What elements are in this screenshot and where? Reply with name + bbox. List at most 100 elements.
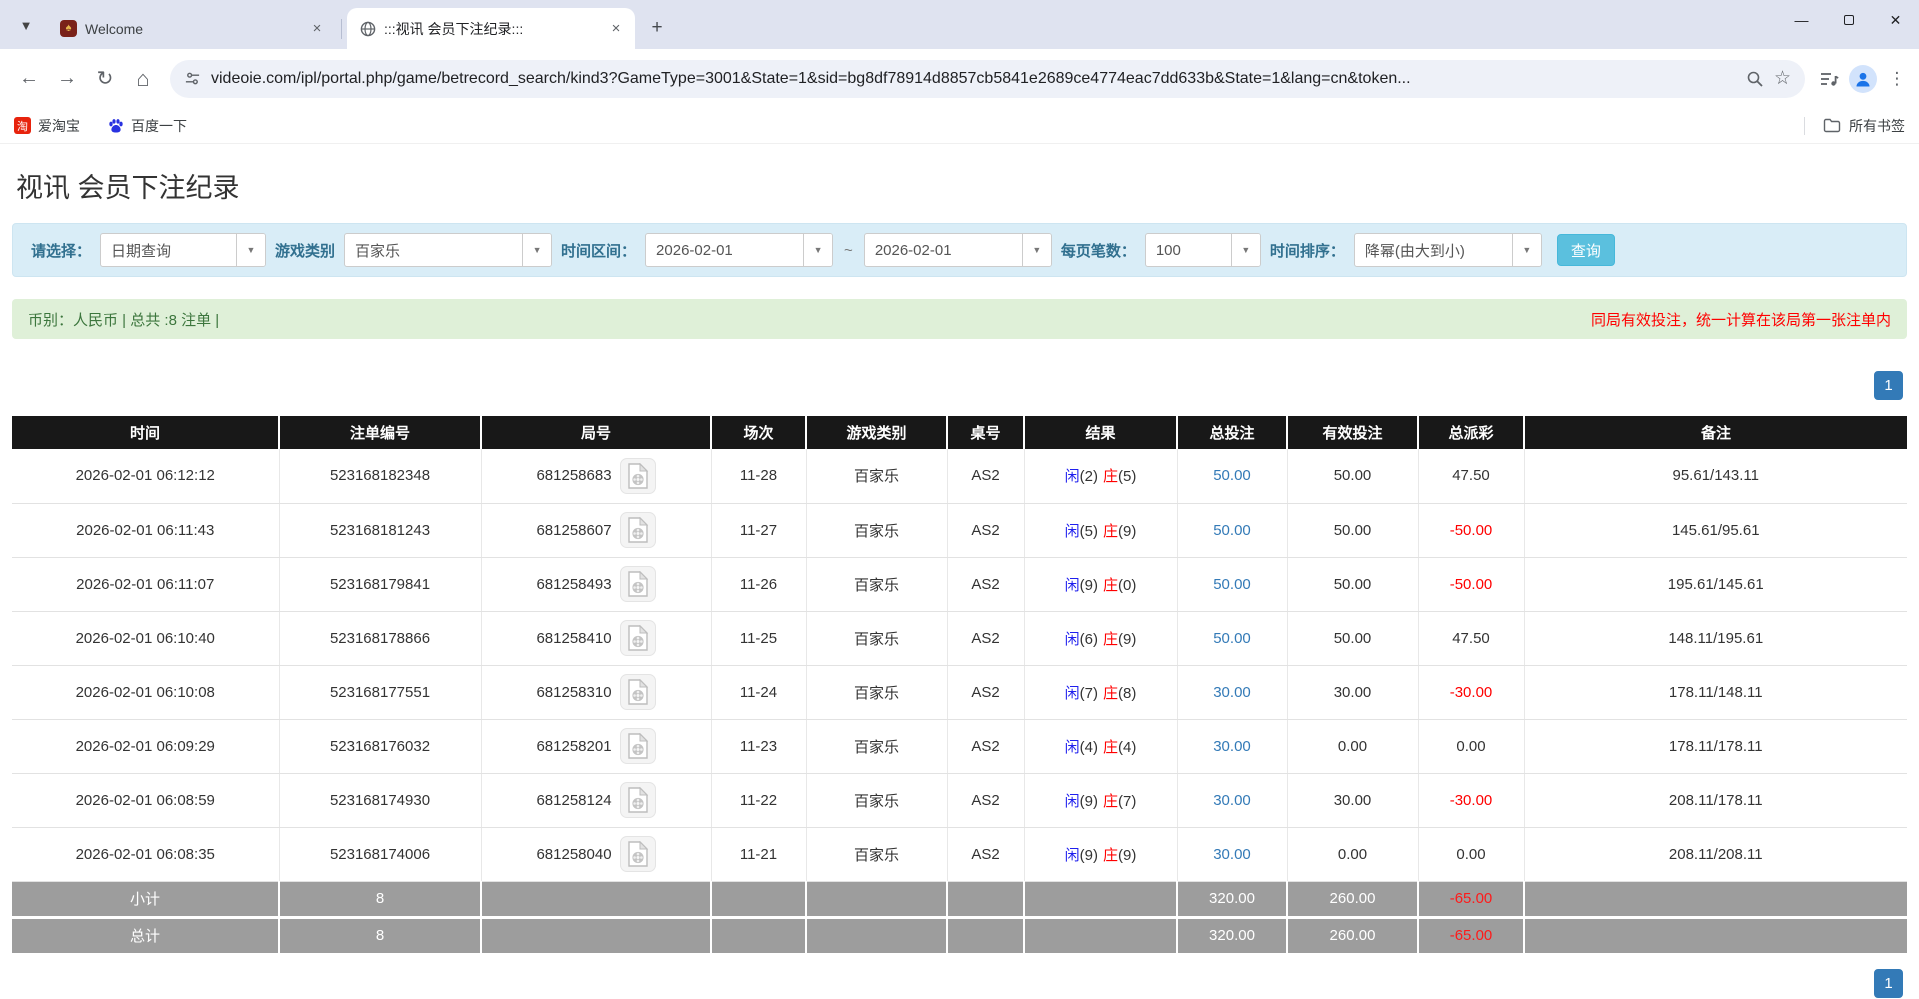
video-replay-button[interactable]	[620, 782, 656, 818]
page-1-button[interactable]: 1	[1874, 371, 1903, 400]
video-replay-button[interactable]	[620, 458, 656, 494]
bookmark-star-icon[interactable]: ☆	[1774, 67, 1791, 90]
cell-round-id: 681258493	[481, 557, 711, 611]
cell-payout: -30.00	[1418, 665, 1524, 719]
banker-label: 庄	[1103, 793, 1118, 810]
summary-info-bar: 币别：人民币 | 总共 :8 注单 | 同局有效投注，统一计算在该局第一张注单内	[12, 299, 1907, 339]
bookmark-aitaobao[interactable]: 淘 爱淘宝	[14, 116, 80, 136]
all-bookmarks[interactable]: 所有书签	[1804, 116, 1905, 136]
col-time: 时间	[12, 416, 279, 449]
total-count: 8	[279, 917, 481, 953]
banker-score: (4)	[1118, 739, 1136, 756]
video-replay-button[interactable]	[620, 728, 656, 764]
total-bet-link[interactable]: 30.00	[1213, 846, 1251, 863]
tab-close-icon[interactable]: ×	[607, 20, 625, 38]
tab-search-chevron-icon[interactable]: ▼	[12, 11, 40, 39]
total-bet-link[interactable]: 50.00	[1213, 630, 1251, 647]
chevron-down-icon[interactable]: ▼	[803, 234, 832, 266]
cell-payout: 47.50	[1418, 449, 1524, 503]
chevron-down-icon[interactable]: ▼	[522, 234, 551, 266]
cell-valid-bet: 50.00	[1287, 557, 1418, 611]
url-text[interactable]: videoie.com/ipl/portal.php/game/betrecor…	[211, 70, 1736, 88]
game-type-select[interactable]: 百家乐 ▼	[344, 233, 552, 267]
window-close-button[interactable]: ✕	[1872, 0, 1919, 40]
cell-result: 闲(5)庄(9)	[1024, 503, 1177, 557]
tab-close-icon[interactable]: ×	[308, 20, 326, 38]
total-bet-link[interactable]: 50.00	[1213, 522, 1251, 539]
address-bar[interactable]: videoie.com/ipl/portal.php/game/betrecor…	[170, 60, 1805, 98]
total-bet-link[interactable]: 50.00	[1213, 467, 1251, 484]
new-tab-button[interactable]: +	[643, 14, 671, 42]
page-size-select[interactable]: 100 ▼	[1145, 233, 1261, 267]
cell-total-bet: 30.00	[1177, 827, 1287, 881]
round-id-text: 681258607	[536, 522, 611, 539]
table-body: 2026-02-01 06:12:12 523168182348 6812586…	[12, 449, 1907, 881]
video-file-icon	[627, 571, 649, 597]
cell-valid-bet: 0.00	[1287, 719, 1418, 773]
cell-table-no: AS2	[947, 719, 1024, 773]
window-maximize-button[interactable]	[1825, 0, 1872, 40]
cell-note: 208.11/178.11	[1524, 773, 1907, 827]
date-separator: ~	[844, 242, 853, 259]
total-valid-bet: 260.00	[1287, 917, 1418, 953]
zoom-icon[interactable]	[1746, 70, 1764, 88]
folder-icon	[1823, 118, 1841, 133]
total-bet-link[interactable]: 30.00	[1213, 738, 1251, 755]
search-button[interactable]: 查询	[1557, 234, 1615, 266]
player-score: (9)	[1080, 577, 1098, 594]
bookmark-label: 爱淘宝	[38, 116, 80, 136]
browser-menu-icon[interactable]: ⋮	[1887, 69, 1907, 89]
cell-total-bet: 50.00	[1177, 557, 1287, 611]
site-info-icon[interactable]	[184, 70, 201, 87]
cell-total-bet: 30.00	[1177, 665, 1287, 719]
reload-icon[interactable]: ↻	[88, 62, 122, 96]
total-row: 总计 8 320.00 260.00 -65.00	[12, 917, 1907, 953]
date-from-select[interactable]: 2026-02-01 ▼	[645, 233, 833, 267]
chevron-down-icon[interactable]: ▼	[1022, 234, 1051, 266]
video-replay-button[interactable]	[620, 620, 656, 656]
round-id-text: 681258124	[536, 792, 611, 809]
video-replay-button[interactable]	[620, 674, 656, 710]
cell-session: 11-25	[711, 611, 806, 665]
window-minimize-button[interactable]: —	[1778, 0, 1825, 40]
profile-avatar[interactable]	[1849, 65, 1877, 93]
page-size-value: 100	[1146, 234, 1231, 266]
cell-bet-id: 523168179841	[279, 557, 481, 611]
date-to-select[interactable]: 2026-02-01 ▼	[864, 233, 1052, 267]
round-id-text: 681258310	[536, 684, 611, 701]
query-type-select[interactable]: 日期查询 ▼	[100, 233, 266, 267]
player-label: 闲	[1065, 685, 1080, 702]
player-score: (5)	[1080, 523, 1098, 540]
forward-icon[interactable]: →	[50, 62, 84, 96]
cell-game-type: 百家乐	[806, 665, 947, 719]
home-icon[interactable]: ⌂	[126, 62, 160, 96]
cell-total-bet: 50.00	[1177, 503, 1287, 557]
media-controls-icon[interactable]	[1819, 70, 1839, 88]
notice-text: 同局有效投注，统一计算在该局第一张注单内	[1591, 309, 1891, 330]
chevron-down-icon[interactable]: ▼	[1231, 234, 1260, 266]
tab-welcome[interactable]: ♠ Welcome ×	[48, 8, 336, 49]
video-replay-button[interactable]	[620, 512, 656, 548]
date-from-value: 2026-02-01	[646, 234, 803, 266]
sort-order-select[interactable]: 降幂(由大到小) ▼	[1354, 233, 1542, 267]
banker-score: (5)	[1118, 468, 1136, 485]
chevron-down-icon[interactable]: ▼	[236, 234, 265, 266]
total-bet-link[interactable]: 30.00	[1213, 792, 1251, 809]
bookmarks-divider	[1804, 117, 1805, 135]
cell-game-type: 百家乐	[806, 611, 947, 665]
back-icon[interactable]: ←	[12, 62, 46, 96]
video-file-icon	[627, 733, 649, 759]
banker-label: 庄	[1103, 685, 1118, 702]
cell-valid-bet: 50.00	[1287, 503, 1418, 557]
video-replay-button[interactable]	[620, 566, 656, 602]
video-replay-button[interactable]	[620, 836, 656, 872]
tab-bet-records[interactable]: :::视讯 会员下注纪录::: ×	[347, 8, 635, 49]
player-label: 闲	[1065, 793, 1080, 810]
chevron-down-icon[interactable]: ▼	[1512, 234, 1541, 266]
pagination-bottom: 1	[12, 969, 1903, 998]
page-1-button[interactable]: 1	[1874, 969, 1903, 998]
total-bet-link[interactable]: 50.00	[1213, 576, 1251, 593]
col-table-no: 桌号	[947, 416, 1024, 449]
total-bet-link[interactable]: 30.00	[1213, 684, 1251, 701]
bookmark-baidu[interactable]: 百度一下	[108, 116, 187, 136]
